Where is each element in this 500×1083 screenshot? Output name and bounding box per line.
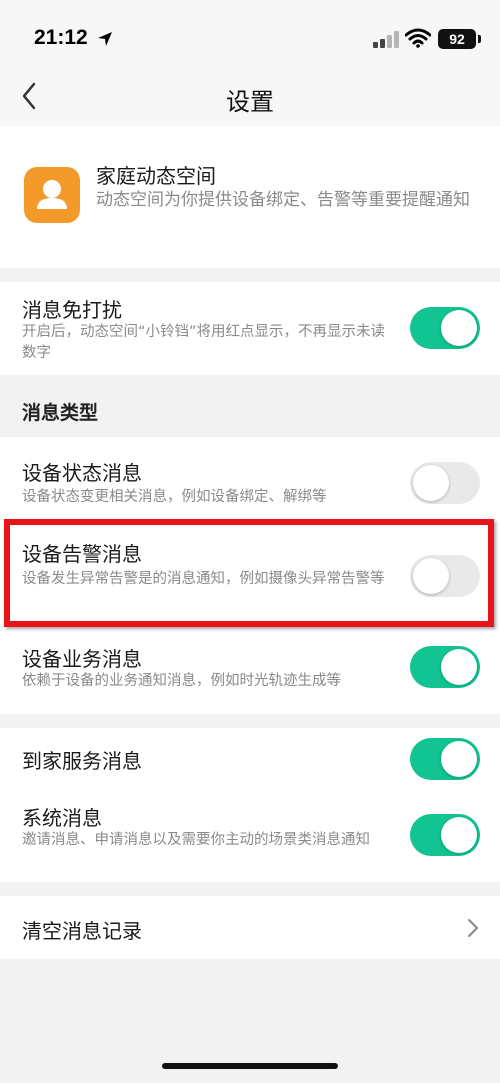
home-service-toggle[interactable] <box>410 738 480 780</box>
row-title: 到家服务消息 <box>22 749 142 773</box>
page-title: 设置 <box>226 88 274 116</box>
app-icon <box>24 167 80 223</box>
setting-row-device-status: 设备状态消息 设备状态变更相关消息，例如设备绑定、解绑等 <box>0 437 500 525</box>
clear-history-row[interactable]: 清空消息记录 <box>0 896 500 959</box>
device-status-toggle[interactable] <box>410 462 480 504</box>
system-toggle[interactable] <box>410 814 480 856</box>
row-title: 设备业务消息 <box>22 647 142 671</box>
user-avatar-icon <box>37 180 67 209</box>
status-bar: 21:12 92 <box>0 0 500 78</box>
nav-bar: 设置 <box>0 78 500 126</box>
status-time: 21:12 <box>34 26 88 49</box>
dnd-toggle[interactable] <box>410 307 480 349</box>
highlight-annotation-box <box>4 519 494 627</box>
app-description: 动态空间为你提供设备绑定、告警等重要提醒通知 <box>96 190 470 210</box>
setting-row-system: 系统消息 邀请消息、申请消息以及需要你主动的场景类消息通知 <box>0 790 500 882</box>
dnd-row: 消息免打扰 开启后，动态空间“小铃铛”将用红点显示，不再显示未读数字 <box>0 282 500 375</box>
row-description: 设备状态变更相关消息，例如设备绑定、解绑等 <box>22 489 327 505</box>
location-arrow-icon <box>98 32 112 46</box>
dnd-title: 消息免打扰 <box>22 298 122 322</box>
row-title: 系统消息 <box>22 806 102 830</box>
row-description: 邀请消息、申请消息以及需要你主动的场景类消息通知 <box>22 832 370 848</box>
chevron-right-icon <box>468 919 478 937</box>
row-description: 依赖于设备的业务通知消息，例如时光轨迹生成等 <box>22 673 341 689</box>
app-name: 家庭动态空间 <box>96 164 216 188</box>
row-title: 设备状态消息 <box>22 461 142 485</box>
wifi-icon <box>405 28 431 48</box>
device-business-toggle[interactable] <box>410 646 480 688</box>
dnd-description: 开启后，动态空间“小铃铛”将用红点显示，不再显示未读数字 <box>22 324 386 361</box>
battery-icon: 92 <box>438 29 476 49</box>
battery-tip <box>478 35 481 43</box>
clear-history-label: 清空消息记录 <box>22 919 142 943</box>
home-indicator <box>162 1063 338 1069</box>
cellular-signal-icon <box>373 30 403 48</box>
setting-row-home-service: 到家服务消息 <box>0 728 500 790</box>
section-label-message-types: 消息类型 <box>22 402 99 424</box>
setting-row-device-business: 设备业务消息 依赖于设备的业务通知消息，例如时光轨迹生成等 <box>0 627 500 714</box>
